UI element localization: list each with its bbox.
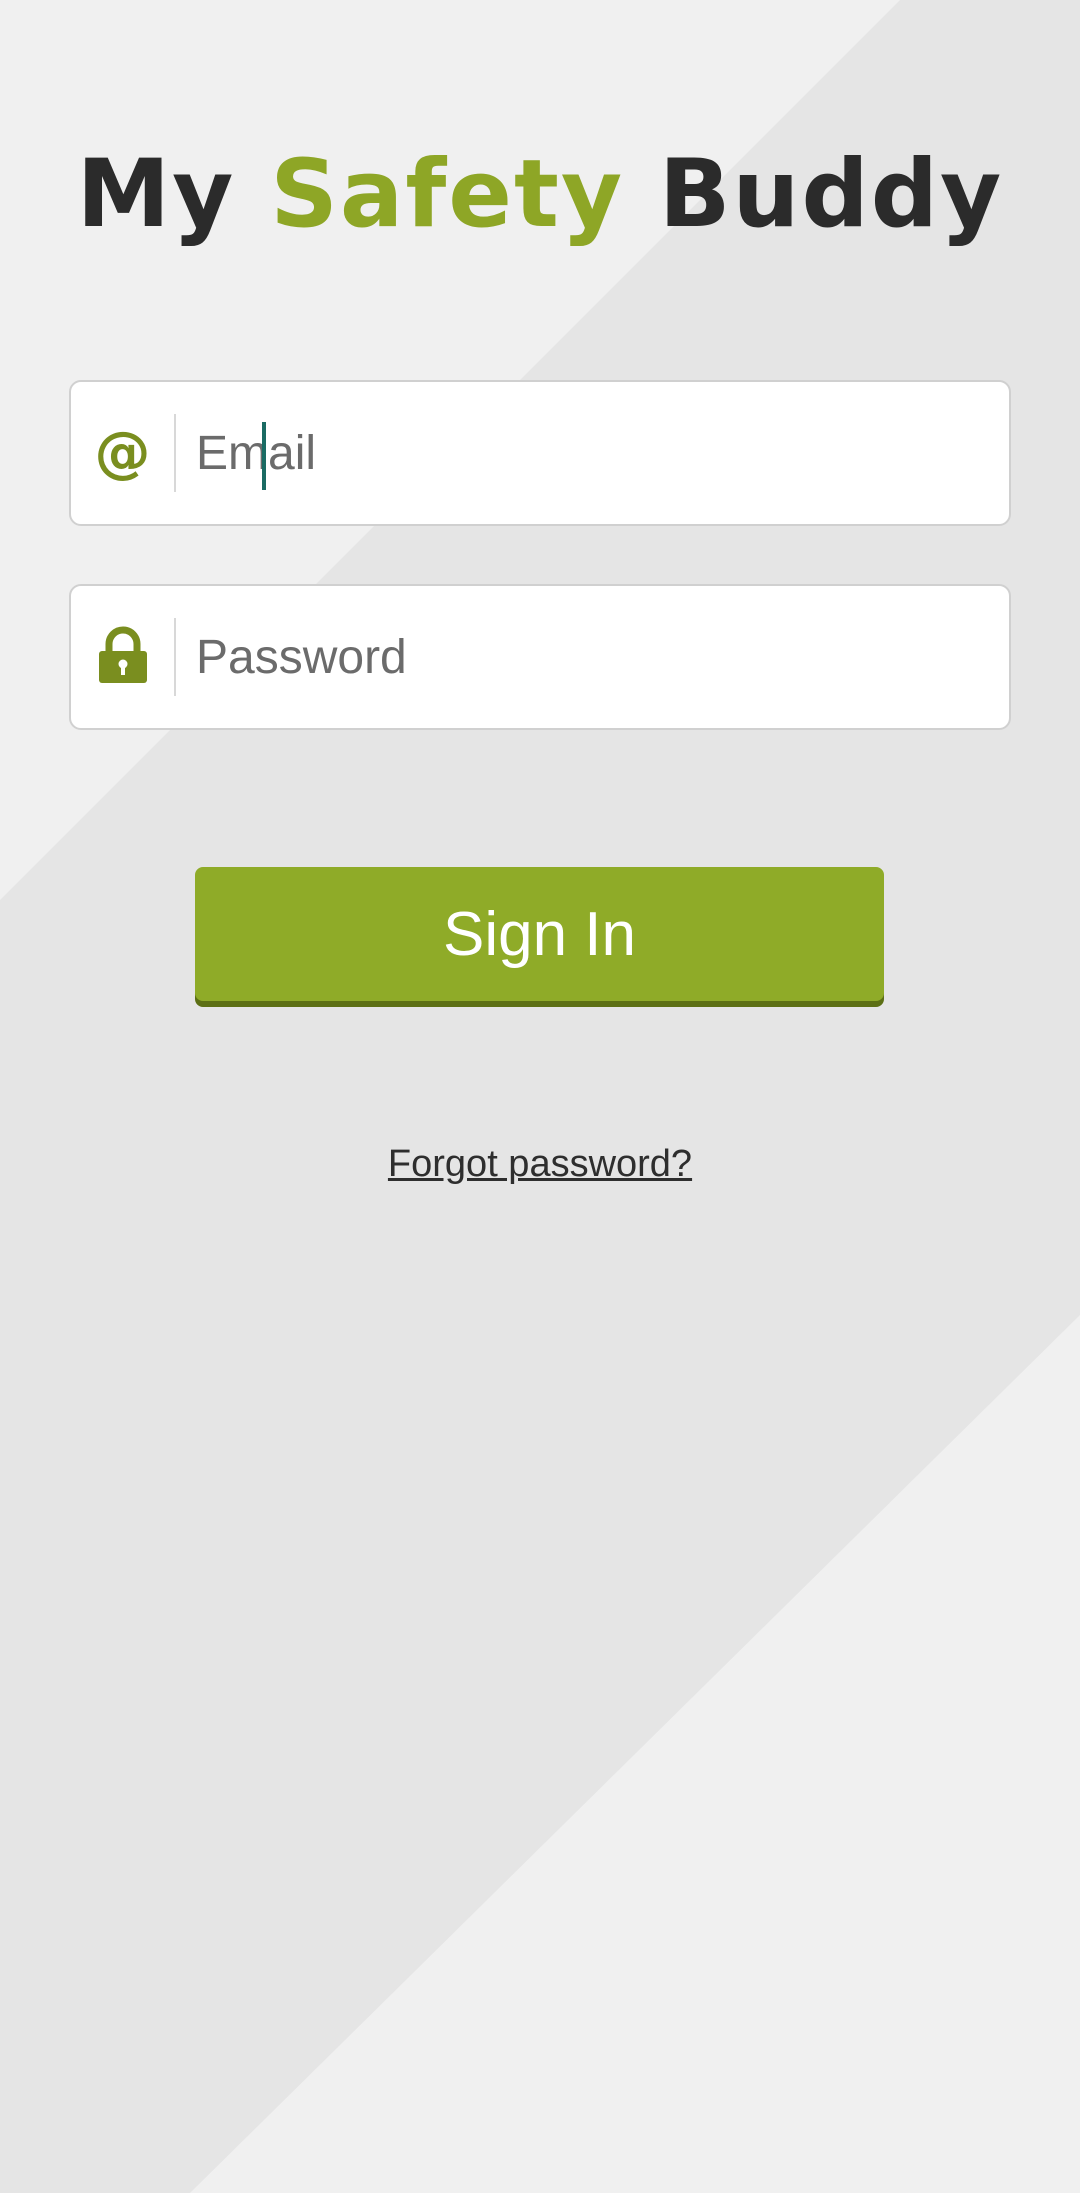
password-field[interactable] bbox=[69, 584, 1011, 730]
email-field[interactable]: @ bbox=[69, 380, 1011, 526]
forgot-password-link[interactable]: Forgot password? bbox=[388, 1143, 692, 1185]
text-cursor bbox=[262, 422, 266, 490]
app-logo: My Safety Buddy bbox=[0, 140, 1080, 249]
logo-text-safety: Safety bbox=[270, 140, 625, 249]
email-input[interactable] bbox=[176, 382, 1009, 524]
lock-icon bbox=[97, 626, 149, 689]
at-icon: @ bbox=[94, 420, 151, 485]
background-diagonal-band bbox=[0, 0, 1080, 2193]
forgot-password-container: Forgot password? bbox=[0, 1143, 1080, 1186]
password-icon-box bbox=[71, 586, 174, 728]
logo-text-my: My bbox=[76, 140, 271, 249]
password-input[interactable] bbox=[176, 586, 1009, 728]
sign-in-button[interactable]: Sign In bbox=[195, 867, 884, 1001]
logo-text-buddy: Buddy bbox=[624, 140, 1004, 249]
email-icon-box: @ bbox=[71, 382, 174, 524]
